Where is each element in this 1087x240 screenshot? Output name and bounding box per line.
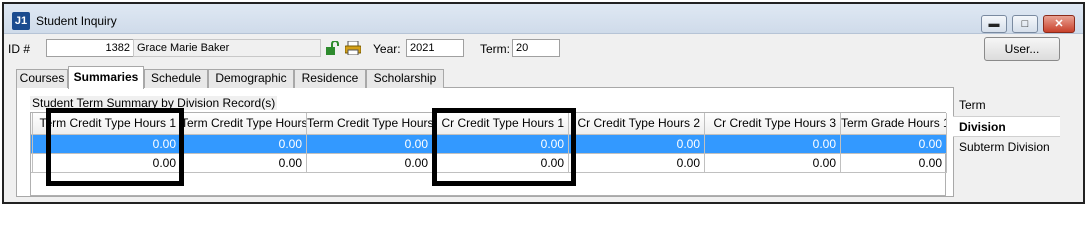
table-cell[interactable]: 0.00 <box>433 154 569 173</box>
tab-scholarship[interactable]: Scholarship <box>366 69 444 88</box>
column-header[interactable]: Cr Credit Type Hours 3 <box>705 113 841 135</box>
table-cell[interactable]: 0.00 <box>307 135 433 154</box>
tab-demographic[interactable]: Demographic <box>208 69 294 88</box>
table-cell[interactable]: 0.00 <box>33 154 181 173</box>
column-header[interactable]: Term Grade Hours 1 <box>841 113 947 135</box>
minimize-icon: ▬ <box>988 18 1000 30</box>
table-cell[interactable]: 0.00 <box>307 154 433 173</box>
app-logo-icon: J1 <box>12 12 30 30</box>
column-header[interactable]: Cr Credit Type Hours 2 <box>569 113 705 135</box>
tab-summaries[interactable]: Summaries <box>68 66 144 89</box>
tab-residence[interactable]: Residence <box>294 69 366 88</box>
unlock-icon[interactable] <box>325 41 341 55</box>
student-name-field: Grace Marie Baker <box>133 39 321 57</box>
close-icon: ✕ <box>1054 18 1064 30</box>
table-cell[interactable]: 0.00 <box>705 135 841 154</box>
maximize-icon: □ <box>1021 18 1029 30</box>
user-button[interactable]: User... <box>984 37 1060 61</box>
side-item-division[interactable]: Division <box>953 116 1060 137</box>
table-cell[interactable]: 0.00 <box>841 154 947 173</box>
table-cell[interactable]: 0.00 <box>841 135 947 154</box>
window-title: Student Inquiry <box>36 14 117 28</box>
tab-courses[interactable]: Courses <box>16 69 68 88</box>
tab-schedule[interactable]: Schedule <box>144 69 208 88</box>
grid-group-label: Student Term Summary by Division Record(… <box>30 96 278 110</box>
year-label: Year: <box>373 42 401 56</box>
table-cell[interactable]: 0.00 <box>181 154 307 173</box>
year-field[interactable]: 2021 <box>406 39 464 57</box>
title-bar: J1 Student Inquiry ▬ □ ✕ <box>4 4 1083 34</box>
table-cell[interactable]: 0.00 <box>569 154 705 173</box>
minimize-button[interactable]: ▬ <box>981 15 1007 33</box>
table-cell[interactable]: 0.00 <box>181 135 307 154</box>
table-cell[interactable]: 0.00 <box>569 135 705 154</box>
id-label: ID # <box>8 42 31 56</box>
print-icon[interactable] <box>345 41 361 55</box>
table-cell[interactable]: 0.00 <box>705 154 841 173</box>
term-field[interactable]: 20 <box>512 39 560 57</box>
column-header[interactable]: Term Credit Type Hours 1 <box>33 113 181 135</box>
table-cell[interactable]: 0.00 <box>433 135 569 154</box>
summary-grid: Term Credit Type Hours 1 Term Credit Typ… <box>30 112 947 196</box>
term-label: Term: <box>480 42 510 56</box>
table-cell[interactable]: 0.00 <box>33 135 181 154</box>
id-field[interactable]: 1382 <box>46 39 134 57</box>
column-header[interactable]: Term Credit Type Hours 3 <box>307 113 433 135</box>
side-item-term[interactable]: Term <box>953 95 1060 116</box>
column-header[interactable]: Term Credit Type Hours 2 <box>181 113 307 135</box>
column-header[interactable]: Cr Credit Type Hours 1 <box>433 113 569 135</box>
maximize-button[interactable]: □ <box>1012 15 1038 33</box>
side-item-subterm-division[interactable]: Subterm Division <box>953 137 1060 158</box>
close-button[interactable]: ✕ <box>1043 15 1075 33</box>
